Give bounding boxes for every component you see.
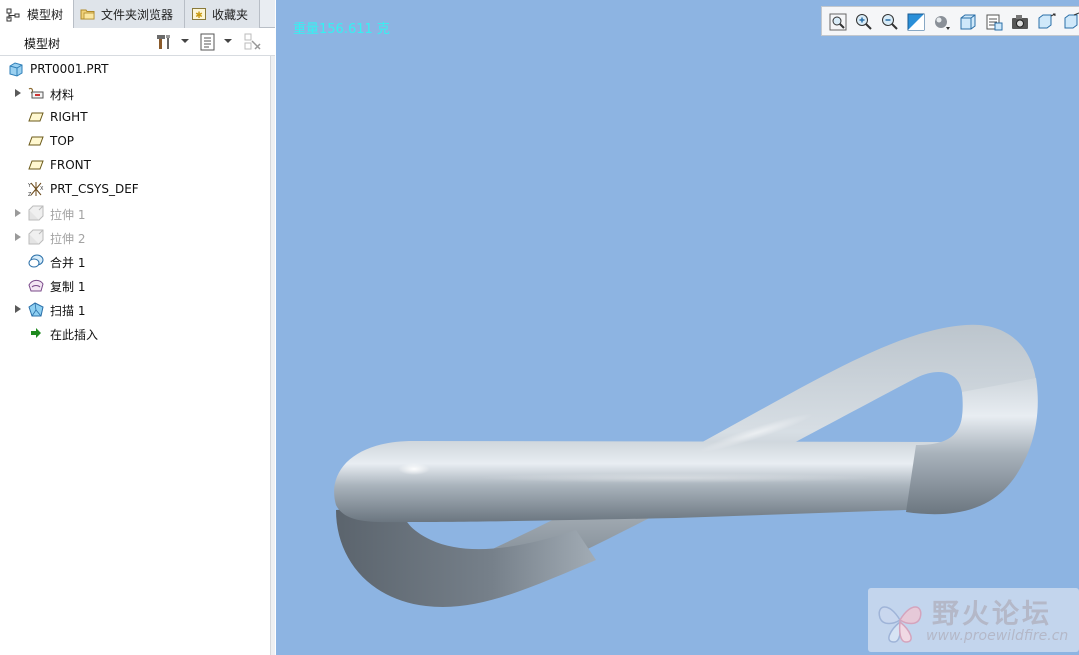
favorites-icon: ✱ (191, 6, 207, 22)
insert-here-arrow-icon (28, 325, 44, 341)
merge-icon (28, 253, 44, 269)
tree-item-extrude-1[interactable]: 拉伸 1 (0, 202, 270, 224)
navigator-tab-strip: 模型树 文件夹浏览器 ✱ 收藏夹 (0, 0, 275, 29)
model-tree-title: 模型树 (24, 37, 61, 51)
zoom-in-icon[interactable] (854, 12, 874, 32)
specular-highlight (398, 463, 430, 475)
zoom-out-icon[interactable] (880, 12, 900, 32)
expand-arrow-icon[interactable] (15, 233, 21, 241)
tab-label: 文件夹浏览器 (101, 7, 174, 22)
graphics-viewport[interactable]: 重量156.611 克 野火论坛 www.proewildfire.cn (276, 0, 1079, 655)
navigator-panel: 模型树 文件夹浏览器 ✱ 收藏夹 模型树 PRT0001.PRT 材料 RIGH… (0, 0, 275, 655)
tab-folder-browser[interactable]: 文件夹浏览器 (74, 0, 185, 28)
tube-right-elbow (906, 378, 1038, 515)
repaint-icon[interactable] (906, 12, 926, 32)
datum-plane-icon (28, 157, 44, 173)
tree-item-datum-right[interactable]: RIGHT (0, 106, 270, 128)
extrude-icon (28, 205, 44, 221)
settings-icon[interactable] (155, 32, 175, 52)
expand-arrow-icon[interactable] (15, 305, 21, 313)
view-toolbar (821, 6, 1079, 36)
tree-item-label: PRT_CSYS_DEF (50, 182, 139, 196)
tree-item-insert-here[interactable]: 在此插入 (0, 322, 270, 344)
refit-icon[interactable] (828, 12, 848, 32)
tree-item-label: 材料 (50, 88, 75, 102)
tree-item-datum-front[interactable]: FRONT (0, 154, 270, 176)
tree-item-label: 复制 1 (50, 280, 86, 294)
tree-item-label: FRONT (50, 158, 91, 172)
extrude-icon (28, 229, 44, 245)
forum-watermark: 野火论坛 www.proewildfire.cn (868, 588, 1079, 652)
3d-model-sweep-loop[interactable] (276, 0, 1079, 655)
watermark-url: www.proewildfire.cn (926, 628, 1069, 644)
svg-text:Z: Z (28, 192, 32, 197)
tab-label: 模型树 (27, 8, 64, 22)
datum-plane-icon (28, 133, 44, 149)
display-style-icon[interactable] (932, 12, 952, 32)
tree-item-merge-1[interactable]: 合并 1 (0, 250, 270, 272)
tree-item-part[interactable]: PRT0001.PRT (0, 58, 270, 80)
show-options-icon[interactable] (198, 32, 218, 52)
expand-arrow-icon[interactable] (15, 209, 21, 217)
tab-model-tree[interactable]: 模型树 (0, 0, 74, 29)
tree-item-label: 拉伸 2 (50, 232, 86, 246)
tree-item-label: 合并 1 (50, 256, 86, 270)
folder-browser-icon (80, 6, 96, 22)
tree-item-label: 拉伸 1 (50, 208, 86, 222)
tree-item-label: 在此插入 (50, 328, 99, 342)
copy-icon (28, 277, 44, 293)
watermark-title: 野火论坛 (932, 599, 1052, 630)
panel-scrollbar[interactable] (270, 56, 275, 655)
camera-icon[interactable] (1010, 12, 1030, 32)
tree-item-label: TOP (50, 134, 75, 148)
material-icon (28, 85, 44, 101)
expand-arrow-icon[interactable] (15, 89, 21, 97)
part-icon (8, 61, 24, 77)
datum-plane-icon (28, 109, 44, 125)
sweep-icon (28, 301, 44, 317)
tree-item-datum-top[interactable]: TOP (0, 130, 270, 152)
filter-icon[interactable] (243, 32, 263, 52)
tree-item-label: PRT0001.PRT (30, 62, 109, 76)
coordinate-system-icon: Y X Z (27, 181, 44, 198)
spin-center-icon[interactable] (1062, 12, 1079, 32)
tree-item-material[interactable]: 材料 (0, 82, 270, 104)
tree-item-csys[interactable]: Y X Z PRT_CSYS_DEF (0, 178, 270, 200)
mass-readout: 重量156.611 克 (293, 22, 390, 37)
tree-item-sweep-1[interactable]: 扫描 1 (0, 298, 270, 320)
show-options-dropdown-arrow[interactable] (224, 39, 232, 43)
view-manager-icon[interactable] (984, 12, 1004, 32)
tree-item-label: RIGHT (50, 110, 88, 124)
saved-views-icon[interactable] (958, 12, 978, 32)
tree-item-extrude-2[interactable]: 拉伸 2 (0, 226, 270, 248)
tree-item-label: 扫描 1 (50, 304, 86, 318)
tab-label: 收藏夹 (212, 7, 249, 22)
settings-dropdown-arrow[interactable] (181, 39, 189, 43)
model-tree-toolbar: 模型树 (0, 28, 275, 56)
svg-text:X: X (40, 186, 44, 192)
tab-favorites[interactable]: ✱ 收藏夹 (185, 0, 260, 28)
model-tree-icon (6, 7, 22, 23)
svg-text:✱: ✱ (195, 11, 203, 21)
specular-highlight (476, 473, 876, 483)
tree-item-copy-1[interactable]: 复制 1 (0, 274, 270, 296)
butterfly-logo-icon (874, 594, 926, 646)
datum-display-icon[interactable] (1036, 12, 1056, 32)
